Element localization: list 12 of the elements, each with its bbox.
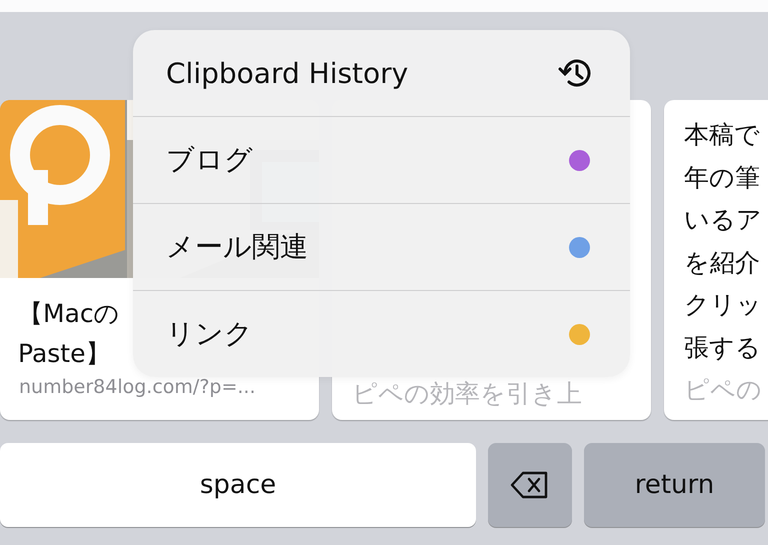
card-text-line: いるア xyxy=(684,204,762,236)
card-title: 【Macの xyxy=(17,298,120,330)
card-text-line: ピペの効率を引き上 xyxy=(352,378,582,410)
card-title: Paste】 xyxy=(17,338,110,370)
card-text-line: を紹介 xyxy=(684,246,760,278)
card-url: number84log.com/?p=... xyxy=(18,375,256,400)
card-text-line: 本稿で xyxy=(684,119,760,151)
card-text-line: 年の筆 xyxy=(684,162,760,194)
menu-title: Clipboard History xyxy=(166,56,408,90)
card-text-line: ピペの xyxy=(684,374,762,406)
card-text-line: 張する xyxy=(684,332,761,364)
card-text-line: クリッ xyxy=(684,289,762,321)
